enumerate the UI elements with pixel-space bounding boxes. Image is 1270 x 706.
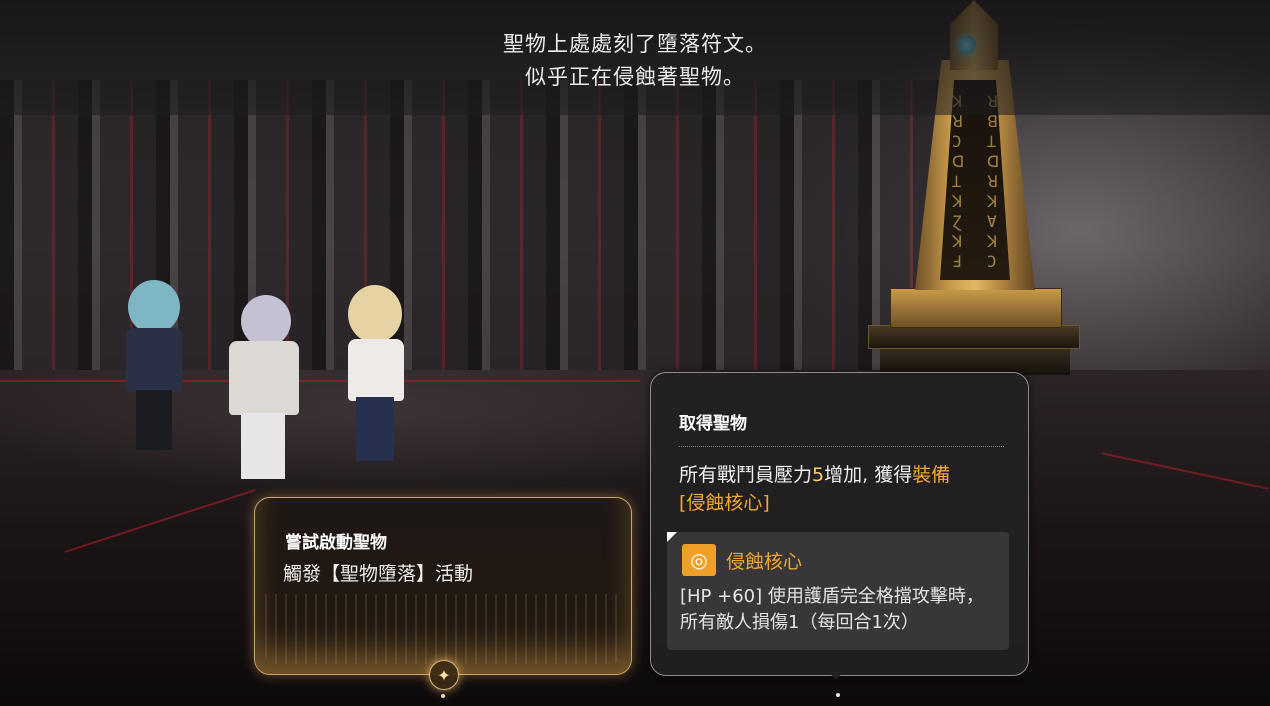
stress-amount: 5 xyxy=(812,464,825,486)
choice-description: 所有戰鬥員壓力5增加, 獲得裝備 [侵蝕核心] xyxy=(679,461,1009,517)
equip-label: 裝備 xyxy=(912,464,951,486)
reward-corner-marker xyxy=(667,532,677,542)
desc-text: 所有戰鬥員壓力 xyxy=(679,464,813,486)
selection-dot xyxy=(836,693,840,697)
reward-item-name: 侵蝕核心 xyxy=(726,551,803,573)
relic-plinth xyxy=(890,288,1062,328)
relic-runes-glyph: ꓘꓤƆꓷꞱꓘⱿꓘℲ xyxy=(952,92,965,271)
relic-pedestal xyxy=(868,325,1080,349)
party-member-blonde-girl[interactable] xyxy=(340,285,410,470)
choice-title: 嘗試啟動聖物 xyxy=(285,533,387,553)
choice-title: 取得聖物 xyxy=(679,414,747,434)
narration-line-2: 似乎正在侵蝕著聖物。 xyxy=(525,65,745,89)
arena-floor xyxy=(0,370,1270,706)
selection-dot xyxy=(441,694,445,698)
star-sparkle-icon[interactable]: ✦ xyxy=(429,660,459,690)
reward-item-effect: [HP +60] 使用護盾完全格擋攻擊時，所有敵人損傷1（每回合1次） xyxy=(680,586,984,633)
narration-banner: 聖物上處處刻了墮落符文。 似乎正在侵蝕著聖物。 xyxy=(0,0,1270,115)
relic-pedestal-lower xyxy=(880,345,1070,375)
relic-runes-glyph: ꓤꓭꞱꓷꓤꓘⱯꓘƆ xyxy=(987,92,1000,271)
narration-line-1: 聖物上處處刻了墮落符文。 xyxy=(503,32,767,56)
ring-icon: ◎ xyxy=(682,544,716,576)
party-member-armored-girl[interactable] xyxy=(215,295,310,485)
choice-description: 觸發【聖物墮落】活動 xyxy=(283,563,474,585)
choice-card-activate-relic[interactable]: 嘗試啟動聖物 觸發【聖物墮落】活動 xyxy=(254,497,632,675)
party-member-glasses-girl[interactable] xyxy=(118,280,188,460)
card-divider xyxy=(679,446,1004,447)
desc-text: 增加, 獲得 xyxy=(824,464,913,486)
equip-item-name: [侵蝕核心] xyxy=(679,492,770,514)
card-decor-stripes xyxy=(265,594,621,664)
floor-red-line xyxy=(0,380,640,382)
